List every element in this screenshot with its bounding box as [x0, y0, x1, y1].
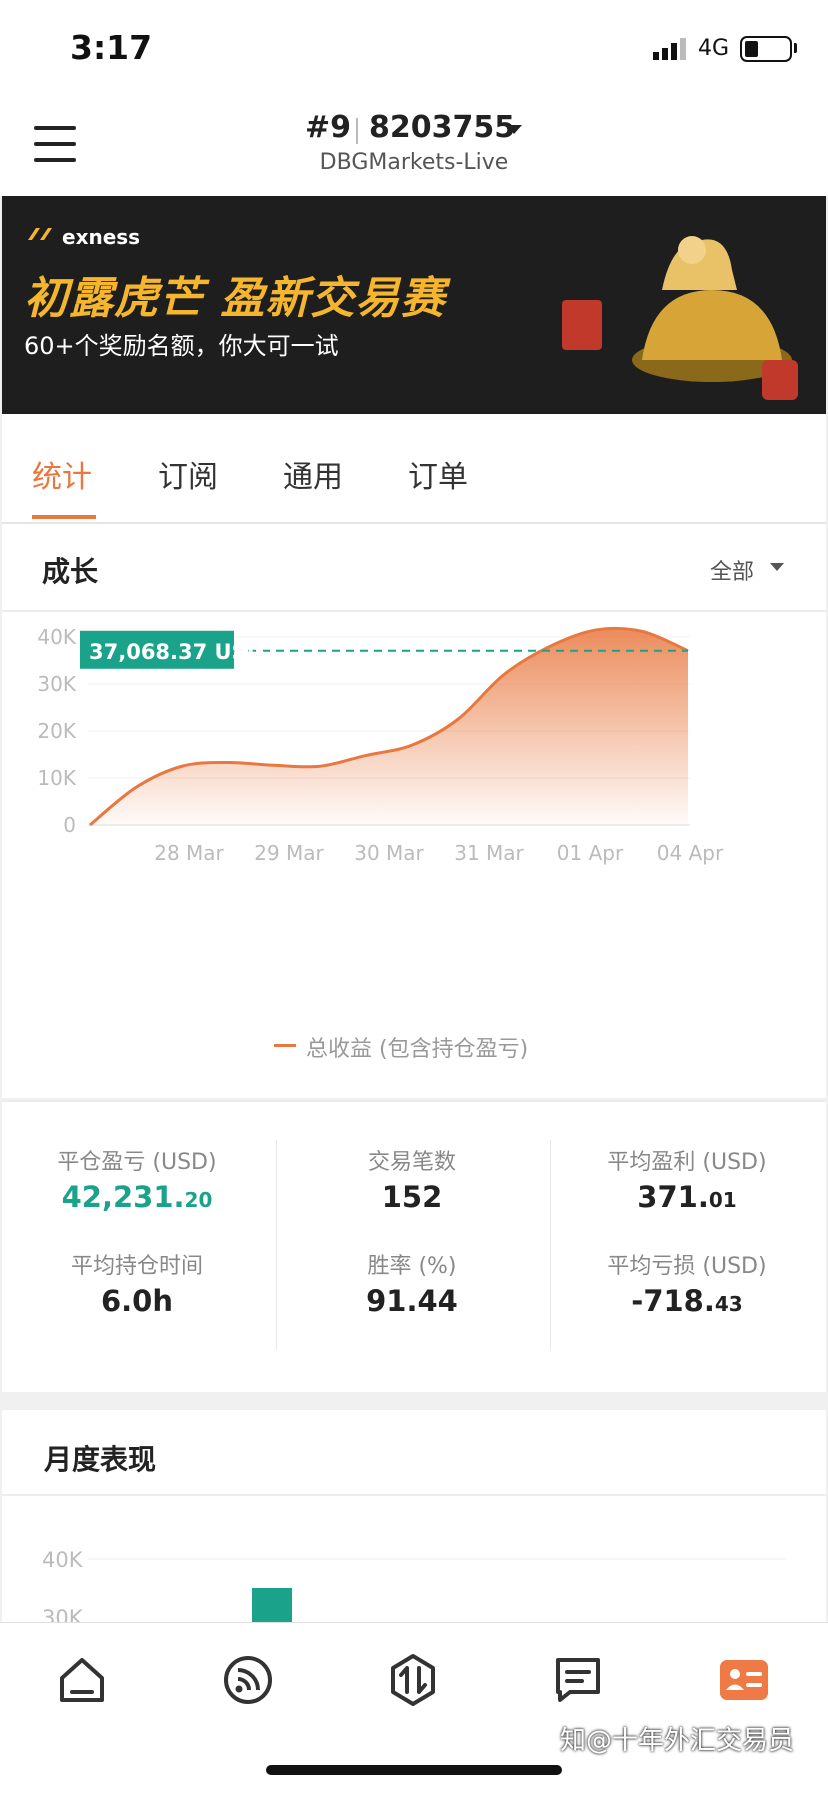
home-icon[interactable]: [54, 1652, 110, 1708]
trade-count-label: 交易笔数: [367, 1150, 456, 1175]
monthly-title: 月度表现: [44, 1443, 157, 1476]
win-rate-value: 91.44: [366, 1284, 458, 1318]
stats-divider: [550, 1140, 551, 1350]
x-tick-label: 01 Apr: [557, 841, 624, 865]
brand-name: exness: [62, 225, 141, 249]
tab-subscribe[interactable]: 订阅: [158, 452, 218, 496]
growth-filter-dropdown[interactable]: 全部: [710, 554, 754, 586]
network-type: 4G: [698, 36, 730, 61]
banner-title: 初露虎芒 盈新交易赛: [24, 273, 446, 324]
account-server: DBGMarkets-Live: [319, 150, 509, 175]
trade-count-value: 152: [381, 1180, 443, 1214]
current-value-label: 37,068.37 USD: [89, 640, 264, 664]
y-tick-label: 0: [63, 813, 76, 837]
monthly-bar: [252, 1588, 292, 1622]
x-tick-label: 30 Mar: [354, 841, 424, 865]
avg-loss-value: -718.43: [631, 1284, 743, 1318]
avg-profit-label: 平均盈利 (USD): [607, 1150, 767, 1175]
y-tick-label: 40K: [37, 625, 76, 649]
status-time: 3:17: [70, 28, 153, 67]
x-tick-label: 31 Mar: [454, 841, 524, 865]
avg-hold-value: 6.0h: [100, 1284, 174, 1318]
avg-hold-label: 平均持仓时间: [70, 1254, 203, 1279]
battery-cap: [794, 43, 797, 53]
growth-chart: 37,068.37 USD 010K20K30K40K50K 28 Mar29 …: [37, 625, 724, 865]
active-tab-indicator: [32, 515, 96, 519]
news-icon[interactable]: [550, 1652, 606, 1708]
tab-statistics[interactable]: 统计: [32, 452, 92, 496]
closed-pnl-value: 42,231.20: [61, 1180, 213, 1214]
legend-label: 总收益 (包含持仓盈亏): [306, 1037, 529, 1062]
closed-pnl-label: 平仓盈亏 (USD): [57, 1150, 217, 1175]
chevron-down-icon[interactable]: [770, 563, 784, 571]
feed-icon[interactable]: [220, 1652, 276, 1708]
home-indicator[interactable]: [266, 1765, 562, 1775]
avg-profit-value: 371.01: [637, 1180, 737, 1214]
tab-general[interactable]: 通用: [283, 452, 343, 496]
trade-icon[interactable]: [385, 1652, 441, 1708]
x-tick-label: 28 Mar: [154, 841, 224, 865]
account-separator: [356, 118, 358, 144]
chevron-down-icon[interactable]: [506, 125, 522, 134]
y-tick-label: 30K: [37, 672, 76, 696]
legend-swatch: [274, 1044, 296, 1047]
account-number[interactable]: 8203755: [369, 110, 515, 145]
win-rate-label: 胜率 (%): [367, 1254, 457, 1279]
tab-orders[interactable]: 订单: [408, 452, 468, 496]
y-tick-label: 20K: [37, 719, 76, 743]
x-tick-label: 04 Apr: [657, 841, 724, 865]
monthly-chart: 40K 30K: [42, 1548, 786, 1622]
x-tick-label: 29 Mar: [254, 841, 324, 865]
monthly-y-tick: 30K: [42, 1606, 84, 1622]
battery-icon: [740, 36, 792, 62]
stats-divider: [276, 1140, 277, 1350]
avg-loss-label: 平均亏损 (USD): [607, 1254, 767, 1279]
growth-title: 成长: [42, 555, 99, 588]
growth-header: [2, 524, 826, 612]
banner-subtitle: 60+个奖励名额，你大可一试: [24, 332, 339, 360]
tiger-trophy-icon: [562, 236, 798, 400]
monthly-y-tick: 40K: [42, 1548, 84, 1572]
signal-icon: [653, 38, 686, 60]
exness-logo-icon: [28, 228, 52, 240]
profile-icon[interactable]: [716, 1652, 772, 1708]
account-rank[interactable]: #9: [305, 110, 351, 145]
y-tick-label: 10K: [37, 766, 76, 790]
watermark: 知@十年外汇交易员: [560, 1726, 795, 1756]
